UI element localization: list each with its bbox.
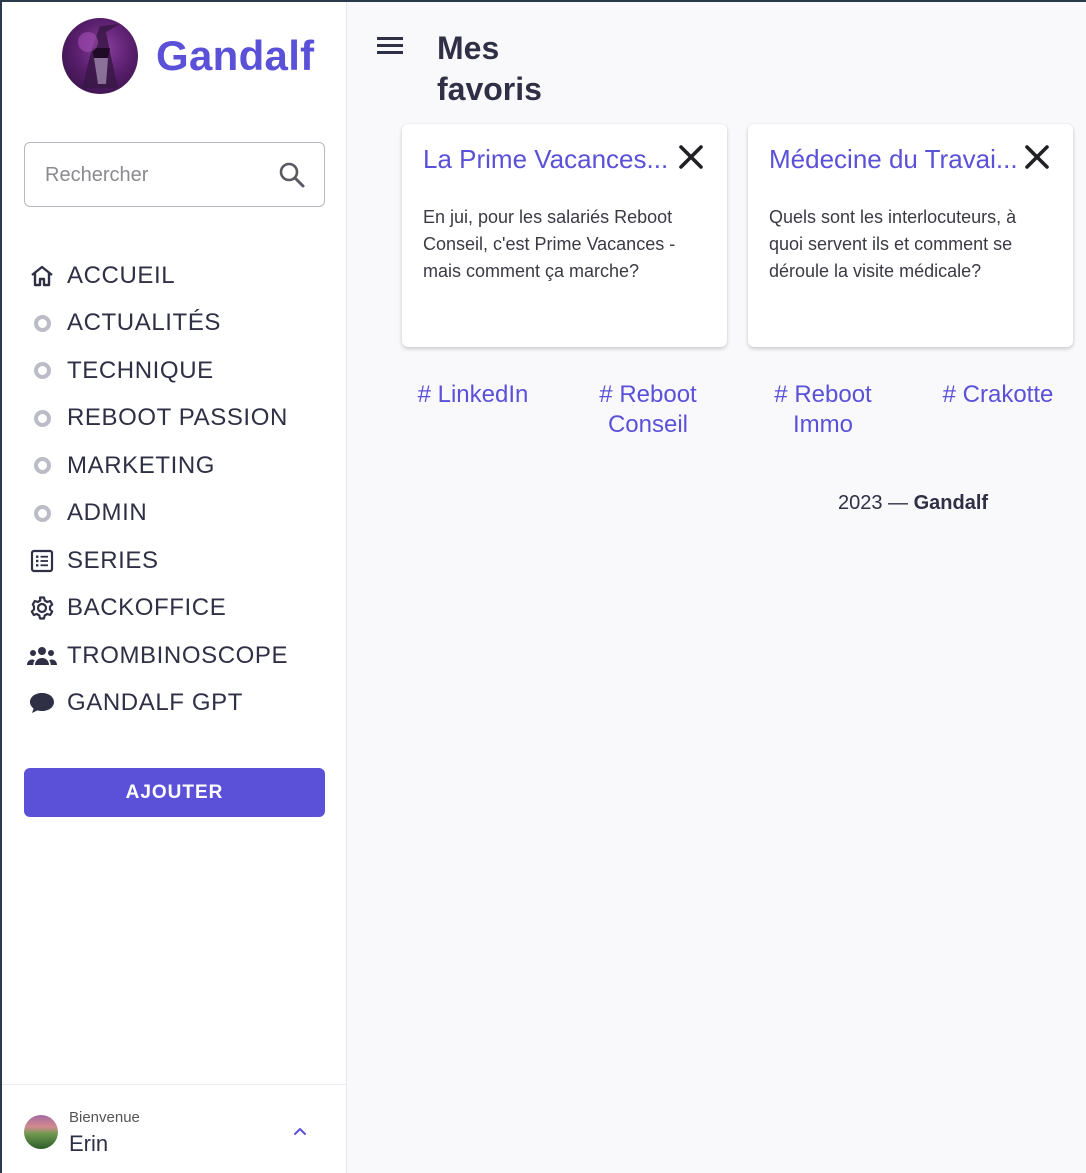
username: Erin bbox=[69, 1131, 109, 1156]
gear-icon bbox=[24, 594, 60, 622]
sidebar-item-label: GANDALF GPT bbox=[67, 689, 243, 717]
hamburger-menu-icon[interactable] bbox=[374, 32, 406, 60]
sidebar-item-trombinoscope[interactable]: TROMBINOSCOPE bbox=[24, 632, 334, 680]
circle-icon bbox=[24, 499, 60, 527]
tag-link[interactable]: # Reboot Immo bbox=[768, 380, 878, 440]
sidebar-item-reboot-passion[interactable]: REBOOT PASSION bbox=[24, 395, 334, 443]
group-icon bbox=[24, 642, 60, 670]
tag-link[interactable]: # Reboot Conseil bbox=[588, 380, 708, 440]
footer: 2023 — Gandalf bbox=[838, 492, 988, 515]
sidebar-item-label: MARKETING bbox=[67, 451, 216, 479]
card-description: Quels sont les interlocuteurs, à quoi se… bbox=[769, 207, 1017, 281]
sidebar-item-series[interactable]: SERIES bbox=[24, 537, 334, 585]
sidebar-item-gandalf-gpt[interactable]: GANDALF GPT bbox=[24, 680, 334, 728]
sidebar-item-label: BACKOFFICE bbox=[67, 594, 227, 622]
card-title[interactable]: Médecine du Travai... bbox=[769, 144, 1019, 175]
tag-link[interactable]: # Crakotte bbox=[938, 380, 1058, 410]
page-title: Mes favoris bbox=[437, 30, 542, 107]
welcome-label: Bienvenue bbox=[69, 1109, 140, 1126]
chat-bubble-icon bbox=[24, 689, 60, 717]
circle-icon bbox=[24, 309, 60, 337]
footer-brand: Gandalf bbox=[913, 492, 989, 514]
wizard-logo-icon bbox=[62, 18, 138, 94]
card-title[interactable]: La Prime Vacances... bbox=[423, 144, 673, 175]
sidebar: Gandalf ACCUEIL ACTUALITÉS TECHNI bbox=[2, 2, 347, 1173]
sidebar-item-label: ADMIN bbox=[67, 499, 148, 527]
favorite-card[interactable]: La Prime Vacances... En jui, pour les sa… bbox=[402, 124, 727, 347]
home-icon bbox=[24, 262, 60, 290]
sidebar-item-label: ACTUALITÉS bbox=[67, 309, 222, 337]
avatar bbox=[24, 1115, 58, 1149]
sidebar-item-label: SERIES bbox=[67, 546, 159, 574]
search-box bbox=[24, 142, 325, 207]
app-window: Gandalf ACCUEIL ACTUALITÉS TECHNI bbox=[2, 2, 1086, 1173]
favorite-card[interactable]: Médecine du Travai... Quels sont les int… bbox=[748, 124, 1073, 347]
sidebar-item-label: REBOOT PASSION bbox=[67, 404, 288, 432]
footer-year: 2023 — bbox=[838, 492, 909, 514]
sidebar-item-technique[interactable]: TECHNIQUE bbox=[24, 347, 334, 395]
circle-icon bbox=[24, 357, 60, 385]
card-description: En jui, pour les salariés Reboot Conseil… bbox=[423, 207, 676, 281]
add-button[interactable]: AJOUTER bbox=[24, 768, 325, 817]
circle-icon bbox=[24, 452, 60, 480]
sidebar-item-label: TROMBINOSCOPE bbox=[67, 641, 289, 669]
sidebar-item-actualites[interactable]: ACTUALITÉS bbox=[24, 300, 334, 348]
brand[interactable]: Gandalf bbox=[62, 18, 314, 94]
sidebar-item-marketing[interactable]: MARKETING bbox=[24, 442, 334, 490]
user-profile[interactable]: Bienvenue Erin bbox=[2, 1084, 347, 1173]
search-icon[interactable] bbox=[278, 161, 306, 189]
sidebar-nav: ACCUEIL ACTUALITÉS TECHNIQUE REBOOT PASS… bbox=[24, 252, 334, 727]
list-icon bbox=[24, 547, 60, 575]
close-icon[interactable] bbox=[676, 142, 706, 172]
chevron-up-icon[interactable] bbox=[291, 1123, 309, 1141]
brand-name: Gandalf bbox=[156, 32, 315, 79]
sidebar-item-accueil[interactable]: ACCUEIL bbox=[24, 252, 334, 300]
close-icon[interactable] bbox=[1022, 142, 1052, 172]
circle-icon bbox=[24, 404, 60, 432]
sidebar-item-backoffice[interactable]: BACKOFFICE bbox=[24, 585, 334, 633]
tag-link[interactable]: # LinkedIn bbox=[408, 380, 538, 410]
sidebar-item-label: TECHNIQUE bbox=[67, 356, 214, 384]
sidebar-item-label: ACCUEIL bbox=[67, 261, 176, 289]
sidebar-item-admin[interactable]: ADMIN bbox=[24, 490, 334, 538]
search-input[interactable] bbox=[45, 161, 265, 189]
